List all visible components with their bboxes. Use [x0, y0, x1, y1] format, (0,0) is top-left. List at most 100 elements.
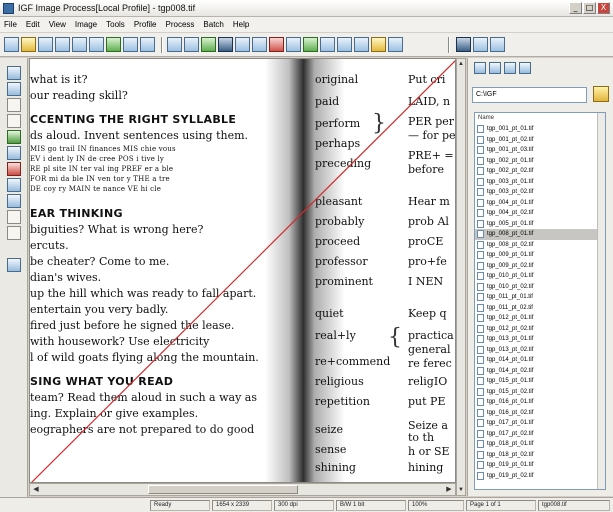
menu-edit[interactable]: Edit	[26, 20, 40, 29]
close-button[interactable]: X	[597, 2, 610, 14]
file-list-item[interactable]: tgp_008_pt_02.tif	[475, 240, 605, 251]
menu-batch[interactable]: Batch	[203, 20, 223, 29]
file-list-item[interactable]: tgp_018_pt_02.tif	[475, 450, 605, 461]
file-list-item[interactable]: tgp_016_pt_02.tif	[475, 408, 605, 419]
file-list-item[interactable]: tgp_014_pt_01.tif	[475, 355, 605, 366]
info-tool-icon[interactable]	[7, 226, 21, 240]
undo-icon[interactable]	[106, 37, 121, 52]
folder-path-input[interactable]: C:\IGF	[472, 87, 587, 103]
file-list-item[interactable]: tgp_009_pt_01.tif	[475, 250, 605, 261]
file-list-item[interactable]: tgp_014_pt_02.tif	[475, 366, 605, 377]
rotate-icon[interactable]	[167, 37, 182, 52]
file-list-item[interactable]: tgp_011_pt_02.tif	[475, 303, 605, 314]
file-list-item[interactable]: tgp_015_pt_01.tif	[475, 376, 605, 387]
print-icon[interactable]	[38, 37, 53, 52]
details-view-icon[interactable]	[489, 62, 501, 74]
scroll-left-icon[interactable]: ◀	[30, 484, 42, 495]
copy-icon[interactable]	[72, 37, 87, 52]
menu-tools[interactable]: Tools	[106, 20, 125, 29]
save-icon[interactable]	[21, 37, 36, 52]
crop-icon[interactable]	[140, 37, 155, 52]
file-list-item[interactable]: tgp_011_pt_01.tif	[475, 292, 605, 303]
thumbnail-icon[interactable]	[473, 37, 488, 52]
flag-icon[interactable]	[371, 37, 386, 52]
file-list-item[interactable]: tgp_017_pt_02.tif	[475, 429, 605, 440]
menu-view[interactable]: View	[49, 20, 66, 29]
file-list-item[interactable]: tgp_013_pt_02.tif	[475, 345, 605, 356]
image-viewer[interactable]: what is it? our reading skill? CCENTING …	[29, 58, 456, 483]
menu-image[interactable]: Image	[75, 20, 97, 29]
pen-tool-icon[interactable]	[7, 178, 21, 192]
file-list-item[interactable]: tgp_015_pt_02.tif	[475, 387, 605, 398]
threshold-icon[interactable]	[235, 37, 250, 52]
file-list-item[interactable]: tgp_013_pt_01.tif	[475, 334, 605, 345]
fill-tool-icon[interactable]	[7, 130, 21, 144]
file-list-item[interactable]: tgp_002_pt_02.tif	[475, 166, 605, 177]
despeckle-icon[interactable]	[201, 37, 216, 52]
file-list-item[interactable]: tgp_004_pt_02.tif	[475, 208, 605, 219]
batch-tool-icon[interactable]	[7, 258, 21, 272]
file-list-item[interactable]: tgp_012_pt_02.tif	[475, 324, 605, 335]
deskew-icon[interactable]	[184, 37, 199, 52]
file-list-item[interactable]: tgp_003_pt_01.tif	[475, 177, 605, 188]
paste-icon[interactable]	[89, 37, 104, 52]
file-list-item[interactable]: tgp_017_pt_01.tif	[475, 418, 605, 429]
menu-help[interactable]: Help	[233, 20, 249, 29]
file-list-item[interactable]: tgp_001_pt_01.tif	[475, 124, 605, 135]
file-list-item[interactable]: tgp_018_pt_01.tif	[475, 439, 605, 450]
file-list-item[interactable]: tgp_002_pt_01.tif	[475, 156, 605, 167]
file-list-item[interactable]: tgp_019_pt_01.tif	[475, 460, 605, 471]
zoom-tool-icon[interactable]	[7, 82, 21, 96]
viewer-horizontal-scrollbar[interactable]: ◀ ▶	[29, 483, 456, 496]
menu-process[interactable]: Process	[166, 20, 195, 29]
minimize-button[interactable]: _	[569, 2, 582, 14]
thumbnail-view-icon[interactable]	[504, 62, 516, 74]
menu-profile[interactable]: Profile	[134, 20, 157, 29]
file-list-item[interactable]: tgp_001_pt_03.tif	[475, 145, 605, 156]
file-list-item[interactable]: tgp_010_pt_02.tif	[475, 282, 605, 293]
scroll-thumb[interactable]	[148, 485, 298, 494]
palette-icon[interactable]	[388, 37, 403, 52]
info-icon[interactable]	[337, 37, 352, 52]
fit-icon[interactable]	[286, 37, 301, 52]
file-list-item[interactable]: tgp_001_pt_02.tif	[475, 135, 605, 146]
list-view-icon[interactable]	[474, 62, 486, 74]
filter-icon[interactable]	[519, 62, 531, 74]
scroll-down-icon[interactable]: ▼	[457, 485, 465, 495]
select-tool-icon[interactable]	[7, 66, 21, 80]
file-list-item[interactable]: tgp_003_pt_02.tif	[475, 187, 605, 198]
text-tool-icon[interactable]	[7, 210, 21, 224]
menu-file[interactable]: File	[4, 20, 17, 29]
erase-tool-icon[interactable]	[7, 162, 21, 176]
scan-icon[interactable]	[55, 37, 70, 52]
preview-icon[interactable]	[490, 37, 505, 52]
file-list-item[interactable]: tgp_016_pt_01.tif	[475, 397, 605, 408]
panel-icon[interactable]	[456, 37, 471, 52]
file-list-item[interactable]: tgp_005_pt_01.tif	[475, 219, 605, 230]
scroll-right-icon[interactable]: ▶	[443, 484, 455, 495]
measure-tool-icon[interactable]	[7, 194, 21, 208]
file-list-item[interactable]: tgp_010_pt_01.tif	[475, 271, 605, 282]
grid-icon[interactable]	[303, 37, 318, 52]
viewer-vertical-scrollbar[interactable]: ▲ ▼	[456, 58, 466, 496]
file-list-item[interactable]: tgp_008_pt_01.tif	[475, 229, 605, 240]
magnify-tool-icon[interactable]	[7, 98, 21, 112]
settings-icon[interactable]	[354, 37, 369, 52]
redo-icon[interactable]	[123, 37, 138, 52]
file-list-item[interactable]: tgp_004_pt_01.tif	[475, 198, 605, 209]
zoom-out-icon[interactable]	[269, 37, 284, 52]
file-list-item[interactable]: tgp_009_pt_02.tif	[475, 261, 605, 272]
file-list-item[interactable]: tgp_019_pt_02.tif	[475, 471, 605, 482]
scroll-up-icon[interactable]: ▲	[457, 59, 465, 69]
open-icon[interactable]	[4, 37, 19, 52]
file-list-item[interactable]: tgp_012_pt_01.tif	[475, 313, 605, 324]
invert-icon[interactable]	[218, 37, 233, 52]
maximize-button[interactable]: □	[583, 2, 596, 14]
hand-tool-icon[interactable]	[7, 114, 21, 128]
browse-folder-icon[interactable]	[593, 86, 609, 102]
page-icon[interactable]	[320, 37, 335, 52]
file-list[interactable]: Name tgp_001_pt_01.tif tgp_001_pt_02.tif t…	[474, 112, 606, 490]
file-list-scrollbar[interactable]	[597, 113, 605, 489]
line-tool-icon[interactable]	[7, 146, 21, 160]
zoom-in-icon[interactable]	[252, 37, 267, 52]
